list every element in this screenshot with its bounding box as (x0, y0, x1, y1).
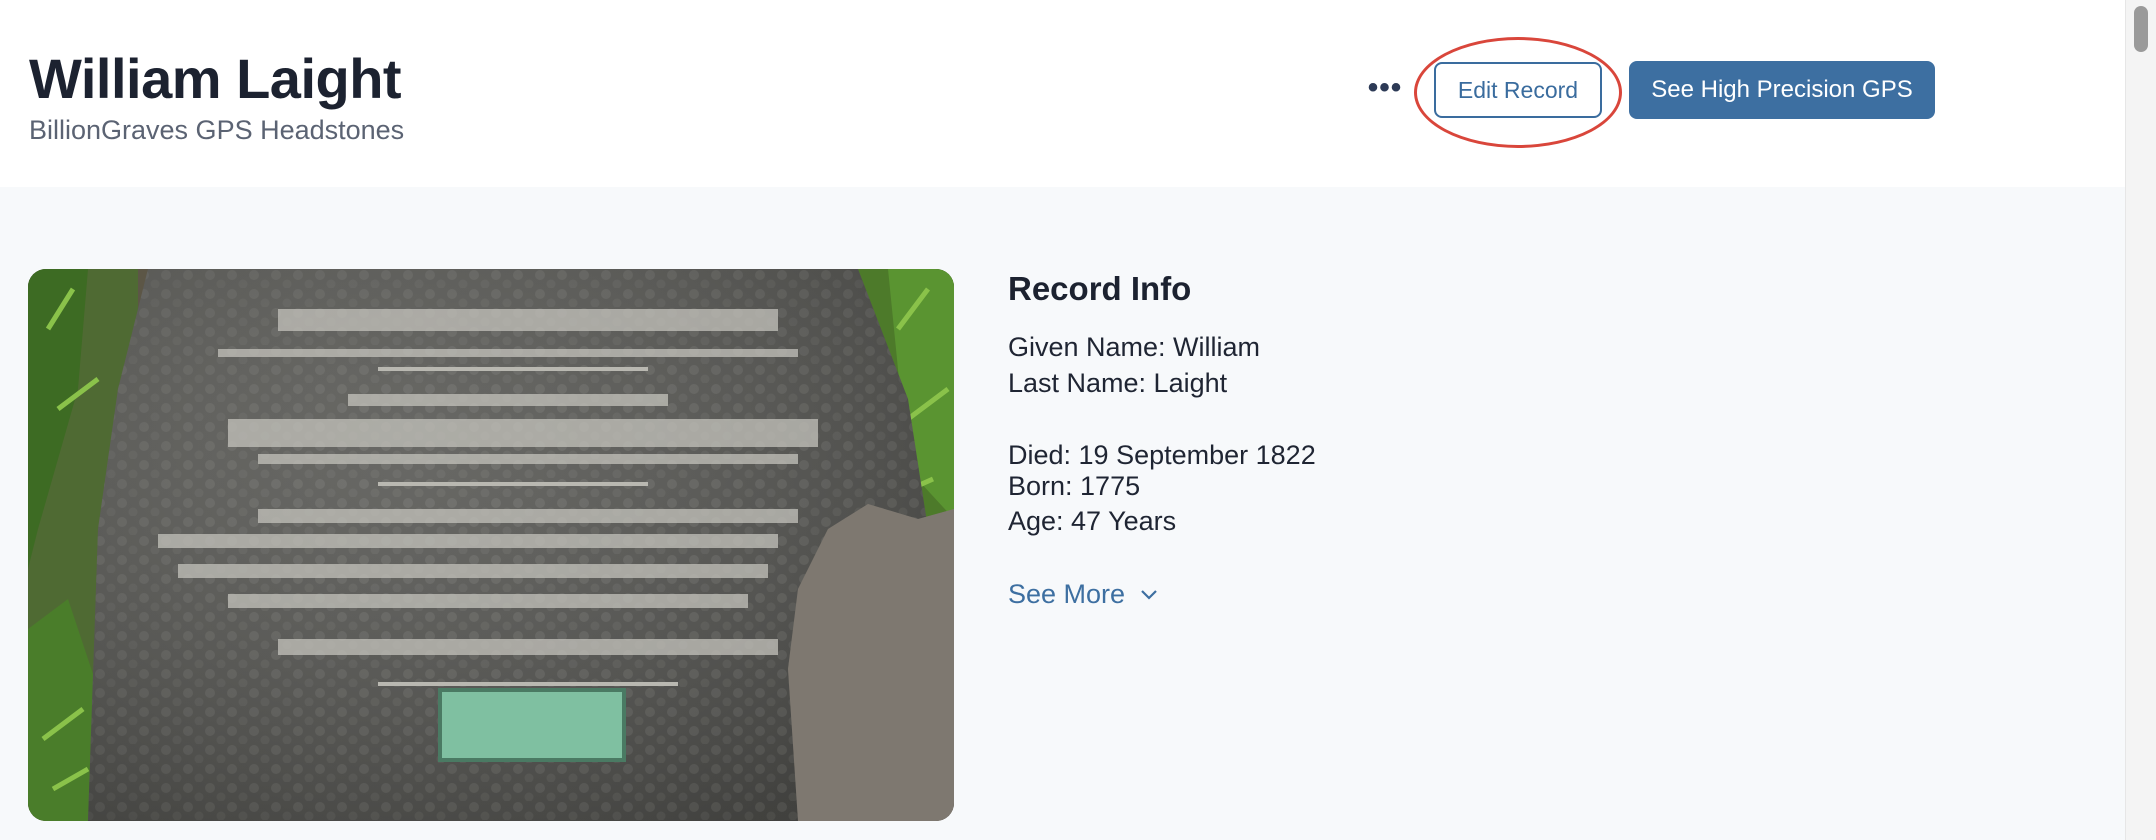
more-options-icon: ••• (1367, 71, 1403, 104)
page-header: William Laight BillionGraves GPS Headsto… (0, 0, 2125, 187)
edit-record-button[interactable]: Edit Record (1434, 62, 1602, 118)
headstone-photo-image (28, 269, 954, 821)
died-date: Died: 19 September 1822 (1008, 440, 1316, 470)
see-high-precision-gps-button[interactable]: See High Precision GPS (1629, 61, 1935, 119)
chevron-down-icon (1139, 587, 1159, 601)
given-name: Given Name: William (1008, 332, 1261, 362)
page-subtitle: BillionGraves GPS Headstones (29, 115, 405, 145)
scrollbar-thumb[interactable] (2134, 6, 2148, 52)
page: William Laight BillionGraves GPS Headsto… (0, 0, 2156, 840)
born-year: Born: 1775 (1008, 471, 1141, 501)
page-title: William Laight (29, 47, 402, 110)
last-name: Last Name: Laight (1008, 368, 1228, 398)
headstone-photo[interactable] (28, 269, 954, 821)
age: Age: 47 Years (1008, 506, 1177, 536)
vertical-scrollbar[interactable] (2125, 0, 2156, 840)
more-options-button[interactable]: ••• (1365, 68, 1405, 108)
see-more-button[interactable]: See More (1008, 577, 1159, 611)
record-info-heading: Record Info (1008, 270, 1192, 307)
main-content: Record Info Given Name: William Last Nam… (0, 187, 2125, 840)
see-more-label: See More (1008, 579, 1126, 609)
